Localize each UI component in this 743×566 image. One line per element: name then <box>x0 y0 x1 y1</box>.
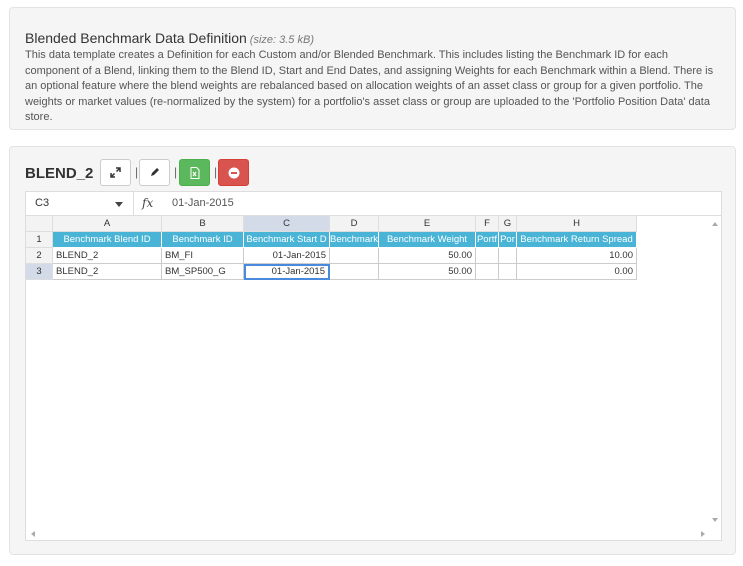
template-size: (size: 3.5 kB) <box>249 34 314 46</box>
cell-reference-box[interactable]: C3 <box>26 192 134 215</box>
select-all-corner[interactable] <box>26 216 53 232</box>
vertical-scrollbar[interactable] <box>710 216 721 540</box>
scroll-down-icon[interactable] <box>712 518 718 522</box>
data-cell[interactable] <box>330 264 379 280</box>
data-cell[interactable] <box>330 248 379 264</box>
template-info-panel: Blended Benchmark Data Definition (size: … <box>9 7 736 130</box>
data-cell[interactable] <box>499 264 517 280</box>
header-cell[interactable]: Benchmark Start D <box>244 232 330 248</box>
export-excel-button[interactable] <box>179 159 210 186</box>
header-cell[interactable]: Benchmark Weight <box>379 232 476 248</box>
chevron-down-icon[interactable] <box>115 202 123 207</box>
header-cell[interactable]: Benchmark Return Spread <box>517 232 637 248</box>
spreadsheet-grid[interactable]: A B C D E F G H 1 Benchmark Blend ID Benchmark ID B… <box>25 216 722 541</box>
data-cell[interactable]: BM_SP500_G <box>162 264 244 280</box>
expand-arrows-icon <box>110 167 121 178</box>
header-cell[interactable]: Por <box>499 232 517 248</box>
data-cell[interactable]: 10.00 <box>517 248 637 264</box>
data-cell[interactable]: 01-Jan-2015 <box>244 248 330 264</box>
row-header[interactable]: 1 <box>26 232 53 248</box>
toolbar-separator: | <box>174 165 178 179</box>
template-description: This data template creates a Definition … <box>25 49 714 123</box>
scroll-left-icon[interactable] <box>31 531 35 537</box>
formula-bar: C3 fx 01-Jan-2015 <box>25 191 722 216</box>
formula-input[interactable]: 01-Jan-2015 <box>172 197 234 209</box>
data-cell[interactable]: 0.00 <box>517 264 637 280</box>
column-header[interactable]: H <box>517 216 637 232</box>
horizontal-scrollbar[interactable] <box>26 529 721 540</box>
data-cell[interactable] <box>476 248 499 264</box>
excel-file-icon <box>190 166 199 179</box>
expand-button[interactable] <box>100 159 131 186</box>
toolbar-separator: | <box>214 165 218 179</box>
data-cell[interactable]: 50.00 <box>379 264 476 280</box>
header-cell[interactable]: Portf <box>476 232 499 248</box>
minus-circle-icon <box>228 167 239 178</box>
blend-title: BLEND_2 <box>25 165 94 182</box>
function-icon: fx <box>142 196 154 210</box>
toolbar-separator: | <box>135 165 139 179</box>
pencil-icon <box>151 168 159 176</box>
row-header[interactable]: 2 <box>26 248 53 264</box>
row-header[interactable]: 3 <box>26 264 53 280</box>
template-title: Blended Benchmark Data Definition (size: … <box>25 30 314 46</box>
data-cell[interactable]: BM_FI <box>162 248 244 264</box>
data-cell[interactable]: 50.00 <box>379 248 476 264</box>
remove-button[interactable] <box>218 159 249 186</box>
template-title-text: Blended Benchmark Data Definition <box>25 30 247 46</box>
column-header[interactable]: B <box>162 216 244 232</box>
data-cell[interactable] <box>499 248 517 264</box>
column-header[interactable]: F <box>476 216 499 232</box>
column-header[interactable]: A <box>53 216 162 232</box>
column-header[interactable]: G <box>499 216 517 232</box>
column-header[interactable]: E <box>379 216 476 232</box>
header-cell[interactable]: Benchmark ID <box>162 232 244 248</box>
column-header[interactable]: C <box>244 216 330 232</box>
cell-reference-value: C3 <box>35 197 50 209</box>
column-header[interactable]: D <box>330 216 379 232</box>
header-cell[interactable]: Benchmark Blend ID <box>53 232 162 248</box>
active-cell[interactable]: 01-Jan-2015 <box>244 264 330 280</box>
data-cell[interactable]: BLEND_2 <box>53 248 162 264</box>
scroll-right-icon[interactable] <box>701 531 705 537</box>
scroll-up-icon[interactable] <box>712 222 718 226</box>
header-cell[interactable]: Benchmark <box>330 232 379 248</box>
edit-button[interactable] <box>139 159 170 186</box>
spreadsheet-panel: BLEND_2 | | | C3 fx 01-Jan-2015 ABCDEFGH… <box>9 146 736 555</box>
data-cell[interactable] <box>476 264 499 280</box>
data-cell[interactable]: BLEND_2 <box>53 264 162 280</box>
